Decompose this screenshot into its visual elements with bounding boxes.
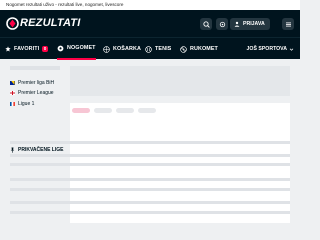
nav-item-tenis[interactable]: TENIS	[145, 38, 171, 60]
nav-label-rukomet: RUKOMET	[190, 46, 218, 52]
bosnia-flag-icon	[10, 81, 15, 85]
basketball-icon	[103, 45, 110, 53]
nav-label-kosarka: KOŠARKA	[113, 46, 141, 52]
filter-tab-skeleton	[94, 108, 112, 113]
logo-text: REZULTATI	[20, 17, 81, 29]
pinned-leagues-title: PRIKVAČENE LIGE	[10, 147, 63, 153]
skeleton-row	[10, 154, 290, 157]
gear-icon	[219, 21, 225, 27]
filter-tab-skeleton	[116, 108, 134, 113]
star-icon	[5, 46, 11, 52]
search-icon	[202, 20, 210, 28]
menu-button[interactable]	[282, 18, 294, 30]
england-flag-icon	[10, 91, 15, 95]
nav-label-nogomet: NOGOMET	[67, 45, 96, 51]
nav-label-tenis: TENIS	[155, 46, 172, 52]
skeleton-row	[10, 178, 290, 181]
skeleton-row	[10, 201, 290, 204]
settings-button[interactable]	[216, 18, 228, 30]
pin-icon	[10, 147, 15, 153]
league-label: Premier liga BiH	[18, 80, 55, 86]
soccer-ball-icon	[57, 45, 64, 51]
login-button[interactable]: PRIJAVA	[230, 18, 270, 30]
nav-label-favoriti: FAVORITI	[14, 46, 40, 52]
skeleton-row	[10, 163, 290, 166]
filter-tab-skeleton	[138, 108, 156, 113]
skeleton-row	[10, 188, 290, 191]
handball-icon	[180, 45, 187, 53]
menu-icon	[285, 22, 291, 26]
skeleton-row	[10, 141, 290, 144]
skeleton-row	[10, 211, 290, 214]
banner-skeleton	[70, 66, 290, 96]
nav-item-favoriti[interactable]: FAVORITI 0	[5, 38, 48, 60]
logo-icon	[6, 17, 19, 30]
header: REZULTATI PRIJAVA	[0, 10, 300, 37]
france-flag-icon	[10, 102, 15, 106]
logo[interactable]: REZULTATI	[6, 17, 80, 30]
favorites-count-badge: 0	[42, 46, 48, 52]
search-button[interactable]	[200, 18, 212, 30]
browser-title: Nogomet rezultati uživo - rezultati live…	[0, 0, 300, 10]
pinned-league-premier-liga-bih[interactable]: Premier liga BiH	[10, 79, 54, 87]
user-icon	[234, 21, 240, 27]
filter-tab-skeleton-active	[72, 108, 90, 113]
pinned-league-ligue-1[interactable]: Ligue 1	[10, 100, 34, 108]
login-label: PRIJAVA	[243, 21, 265, 27]
chevron-down-icon	[289, 47, 294, 51]
more-sports-label: JOŠ SPORTOVA	[246, 46, 287, 52]
nav-item-kosarka[interactable]: KOŠARKA	[103, 38, 141, 60]
league-label: Premier League	[18, 90, 54, 96]
sidebar-skeleton-line	[10, 66, 60, 70]
pinned-leagues-label: PRIKVAČENE LIGE	[18, 147, 64, 153]
sports-nav: FAVORITI 0 NOGOMET KOŠARKA TENIS RUKOMET…	[0, 37, 300, 60]
nav-item-nogomet[interactable]: NOGOMET	[57, 38, 96, 60]
tennis-icon	[145, 45, 152, 53]
nav-item-rukomet[interactable]: RUKOMET	[180, 38, 218, 60]
pinned-league-premier-league[interactable]: Premier League	[10, 89, 54, 97]
more-sports-dropdown[interactable]: JOŠ SPORTOVA	[247, 38, 294, 60]
league-label: Ligue 1	[18, 101, 35, 107]
